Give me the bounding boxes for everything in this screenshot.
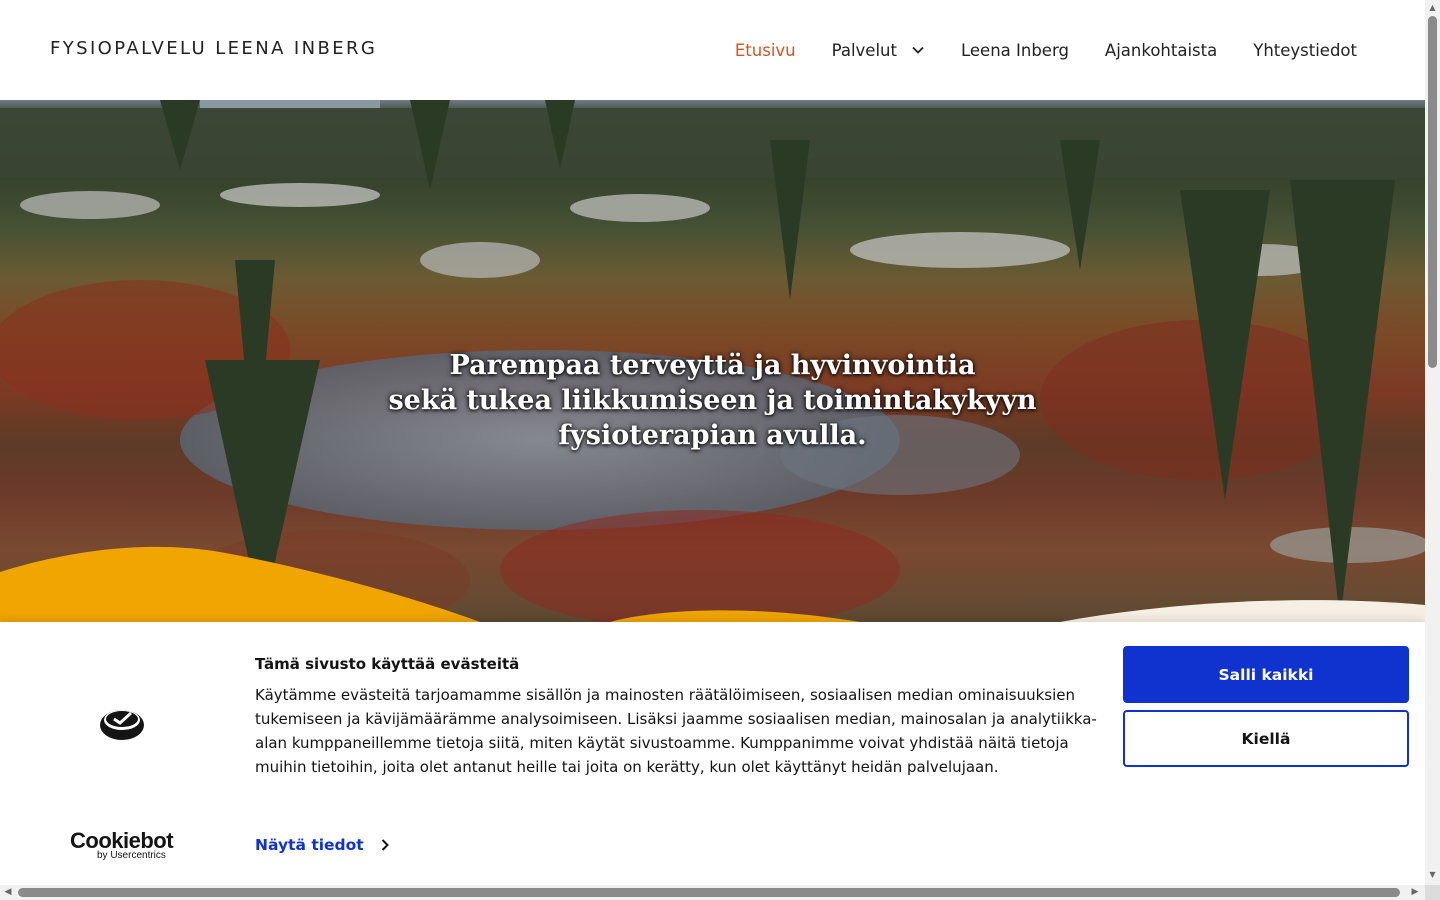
nav-item-etusivu[interactable]: Etusivu <box>735 41 796 60</box>
site-header: FYSIOPALVELU LEENA INBERG Etusivu Palvel… <box>0 0 1425 100</box>
show-details-link[interactable]: Näytä tiedot <box>255 836 390 854</box>
cookie-consent-banner: Cookiebot by Usercentrics Tämä sivusto k… <box>0 622 1425 885</box>
chevron-right-icon <box>380 838 390 852</box>
vertical-scrollbar[interactable]: ▲ ▼ <box>1425 0 1440 885</box>
hero-banner: Parempaa terveyttä ja hyvinvointia sekä … <box>0 100 1425 622</box>
nav-item-label: Leena Inberg <box>960 40 1069 60</box>
hero-line: Parempaa terveyttä ja hyvinvointia <box>449 350 976 381</box>
horizontal-scrollbar[interactable]: ◀ ▶ <box>0 885 1425 900</box>
hero-line: fysioterapian avulla. <box>558 420 867 451</box>
nav-item-ajankohtaista[interactable]: Ajankohtaista <box>1105 41 1217 60</box>
scroll-up-arrow-icon[interactable]: ▲ <box>1428 3 1437 13</box>
cookie-banner-body: Käytämme evästeitä tarjoamamme sisällön … <box>255 686 1097 776</box>
nav-item-leena-inberg[interactable]: Leena Inberg <box>961 41 1069 60</box>
cookiebot-brand-sub: by Usercentrics <box>97 850 166 861</box>
chevron-down-icon[interactable] <box>911 43 925 57</box>
scrollbar-corner <box>1425 885 1440 900</box>
site-title-link[interactable]: FYSIOPALVELU LEENA INBERG <box>50 38 377 59</box>
nav-item-yhteystiedot[interactable]: Yhteystiedot <box>1253 41 1357 60</box>
nav-item-label: Etusivu <box>734 40 796 60</box>
nav-item-label: Ajankohtaista <box>1104 40 1218 60</box>
scroll-left-arrow-icon[interactable]: ◀ <box>3 887 13 898</box>
nav-item-palvelut[interactable]: Palvelut <box>832 41 925 60</box>
allow-all-button[interactable]: Salli kaikki <box>1123 646 1409 703</box>
deny-button[interactable]: Kiellä <box>1123 710 1409 767</box>
cookie-banner-title: Tämä sivusto käyttää evästeitä <box>255 655 520 673</box>
cookiebot-logo-icon <box>98 704 146 746</box>
main-navigation: Etusivu Palvelut Leena Inberg Ajankohtai… <box>699 0 1357 100</box>
hero-headline: Parempaa terveyttä ja hyvinvointia sekä … <box>330 348 1095 453</box>
horizontal-scrollbar-thumb[interactable] <box>18 888 1400 897</box>
scroll-down-arrow-icon[interactable]: ▼ <box>1428 870 1437 880</box>
show-details-label: Näytä tiedot <box>255 836 364 854</box>
scroll-right-arrow-icon[interactable]: ▶ <box>1410 887 1420 898</box>
vertical-scrollbar-thumb[interactable] <box>1428 16 1437 368</box>
nav-item-label: Yhteystiedot <box>1253 40 1357 60</box>
hero-line: sekä tukea liikkumiseen ja toimintakykyy… <box>388 385 1037 416</box>
nav-item-label: Palvelut <box>831 40 897 60</box>
